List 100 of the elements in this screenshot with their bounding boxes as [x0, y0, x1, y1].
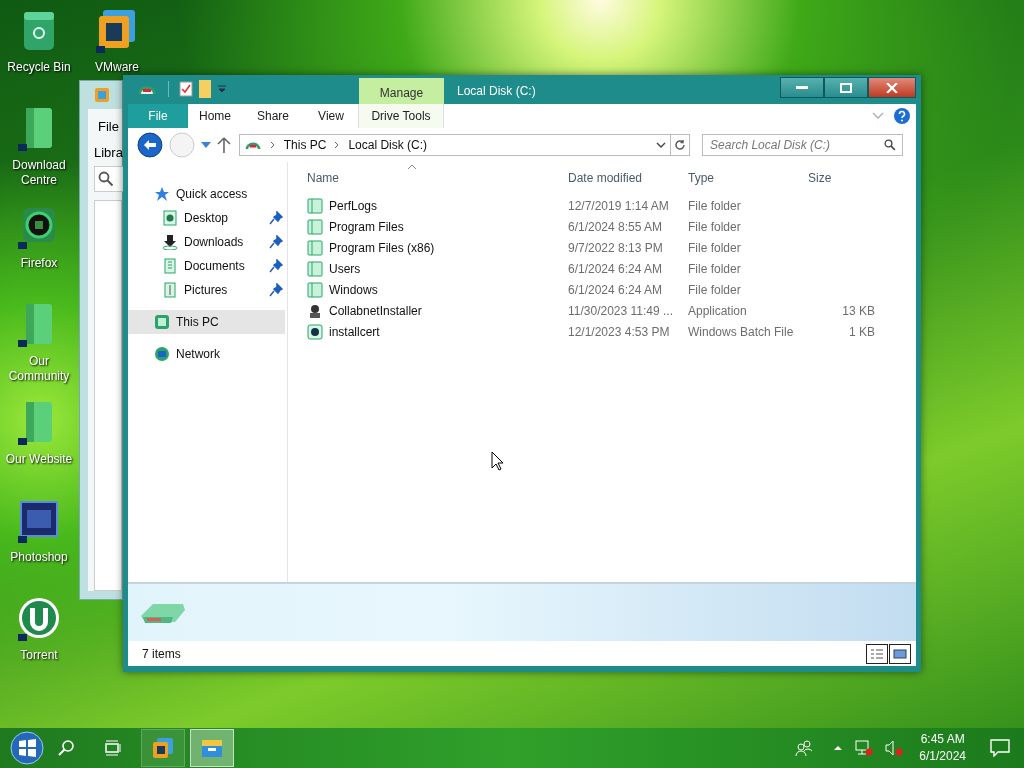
pin-icon[interactable] [269, 211, 283, 225]
star-icon [154, 186, 170, 202]
type-cell-text: File folder [688, 240, 742, 255]
folder-icon [307, 281, 323, 298]
date-cell-text: 6/1/2024 6:24 AM [568, 261, 664, 276]
notification-icon[interactable] [990, 739, 1010, 757]
desktop-icon-label[interactable]: Download Centre [0, 158, 78, 188]
chevron-down-icon[interactable] [656, 141, 667, 149]
type-cell-text: Windows Batch File [688, 324, 795, 339]
chevron-right-icon [269, 141, 276, 149]
file-name[interactable]: Windows [329, 282, 378, 297]
file-name[interactable]: Users [329, 261, 361, 276]
nav-item[interactable]: Quick access [128, 182, 287, 206]
nav-item[interactable]: Downloads [128, 230, 287, 254]
nav-item[interactable]: Network [128, 342, 287, 366]
application-icon [307, 302, 323, 319]
network-icon [154, 346, 170, 362]
date-cell-text: 12/7/2019 1:14 AM [568, 198, 670, 213]
pc-icon [154, 314, 170, 330]
up-arrow-icon[interactable] [216, 137, 231, 153]
recent-dropdown-icon[interactable] [200, 141, 211, 149]
mouse-pointer-icon [491, 451, 505, 471]
search-button[interactable] [94, 166, 124, 192]
document-icon [162, 258, 178, 274]
large-icons-view-button[interactable] [889, 643, 911, 664]
file-name[interactable]: Program Files [329, 219, 404, 234]
ribbon-tab[interactable]: Drive Tools [358, 104, 444, 128]
taskbar-app-button[interactable] [141, 729, 185, 767]
desktop-icon-label[interactable]: VMware [78, 60, 156, 75]
nav-item[interactable]: Desktop [128, 206, 287, 230]
desktop-icon [162, 210, 178, 226]
type-cell-text: File folder [688, 219, 742, 234]
folder-icon [307, 218, 323, 235]
vmware-icon [151, 736, 175, 760]
nav-item[interactable]: Pictures [128, 278, 287, 302]
date-cell-text: 6/1/2024 8:55 AM [568, 219, 664, 234]
folder-icon [307, 197, 323, 214]
volume-muted-icon[interactable] [885, 740, 904, 756]
status-text: 7 items [142, 646, 181, 661]
minimize-icon [796, 85, 808, 90]
clock-date[interactable]: 6/1/2024 [919, 748, 966, 765]
type-cell-text: File folder [688, 198, 742, 213]
minimize-button[interactable] [780, 77, 824, 98]
file-tab[interactable]: File [88, 109, 119, 135]
column-header[interactable]: Date modified [568, 171, 688, 185]
dropdown-icon[interactable] [217, 85, 227, 93]
window-title: Local Disk (C:) [457, 84, 536, 98]
folder-icon [307, 260, 323, 277]
pin-icon[interactable] [269, 259, 283, 273]
maximize-button[interactable] [824, 77, 868, 98]
large-icons-view-icon [893, 647, 907, 660]
size-cell-text: 13 KB [841, 303, 875, 318]
properties-icon[interactable] [179, 81, 193, 97]
close-button[interactable] [868, 77, 916, 98]
script-file-icon [307, 323, 323, 340]
file-name[interactable]: CollabnetInstaller [329, 303, 422, 318]
column-header[interactable]: Size [808, 171, 875, 185]
details-view-icon [870, 647, 884, 660]
refresh-icon [674, 139, 687, 151]
people-icon[interactable] [795, 739, 814, 757]
file-name[interactable]: installcert [329, 324, 380, 339]
details-view-button[interactable] [866, 643, 888, 664]
download-icon [162, 234, 178, 250]
address-bar[interactable]: This PC Local Disk (C:) [238, 134, 672, 156]
clock-time[interactable]: 6:45 AM [920, 731, 965, 748]
search-icon [884, 139, 897, 151]
sort-caret-icon [408, 164, 416, 169]
desktop-icon-label[interactable]: Recycle Bin [0, 60, 78, 75]
chevron-up-icon[interactable] [833, 745, 844, 751]
nav-item[interactable]: Documents [128, 254, 287, 278]
breadcrumb-item[interactable]: Local Disk (C:) [348, 138, 428, 152]
window-app-icon [94, 87, 110, 103]
type-cell-text: File folder [688, 261, 742, 276]
breadcrumb-item[interactable]: This PC [283, 138, 327, 152]
picture-icon [162, 282, 178, 298]
refresh-button[interactable] [670, 134, 691, 156]
nav-item[interactable]: This PC [128, 310, 285, 334]
type-cell-text: Application [688, 303, 748, 318]
folder-icon [307, 239, 323, 256]
date-cell-text: 6/1/2024 6:24 AM [568, 282, 664, 297]
chevron-right-icon [334, 141, 341, 149]
search-icon[interactable] [58, 739, 76, 757]
network-error-icon[interactable] [855, 740, 874, 756]
maximize-icon [840, 82, 852, 93]
pin-icon[interactable] [269, 283, 283, 297]
search-field[interactable]: Search Local Disk (C:) [702, 134, 904, 156]
search-icon [98, 171, 114, 187]
help-icon[interactable] [894, 108, 910, 124]
date-cell-text: 11/30/2023 11:49 ... [568, 303, 674, 318]
task-view-icon[interactable] [104, 740, 122, 756]
start-button[interactable] [10, 731, 44, 765]
column-header[interactable]: Type [688, 171, 808, 185]
column-header[interactable]: Name [307, 171, 568, 185]
file-name[interactable]: Program Files (x86) [329, 240, 435, 255]
back-button[interactable] [137, 132, 163, 158]
date-cell-text: 12/1/2023 4:53 PM [568, 324, 671, 339]
file-name[interactable]: PerfLogs [329, 198, 378, 213]
type-cell-text: File folder [688, 282, 742, 297]
close-icon [886, 82, 898, 93]
pin-icon[interactable] [269, 235, 283, 249]
